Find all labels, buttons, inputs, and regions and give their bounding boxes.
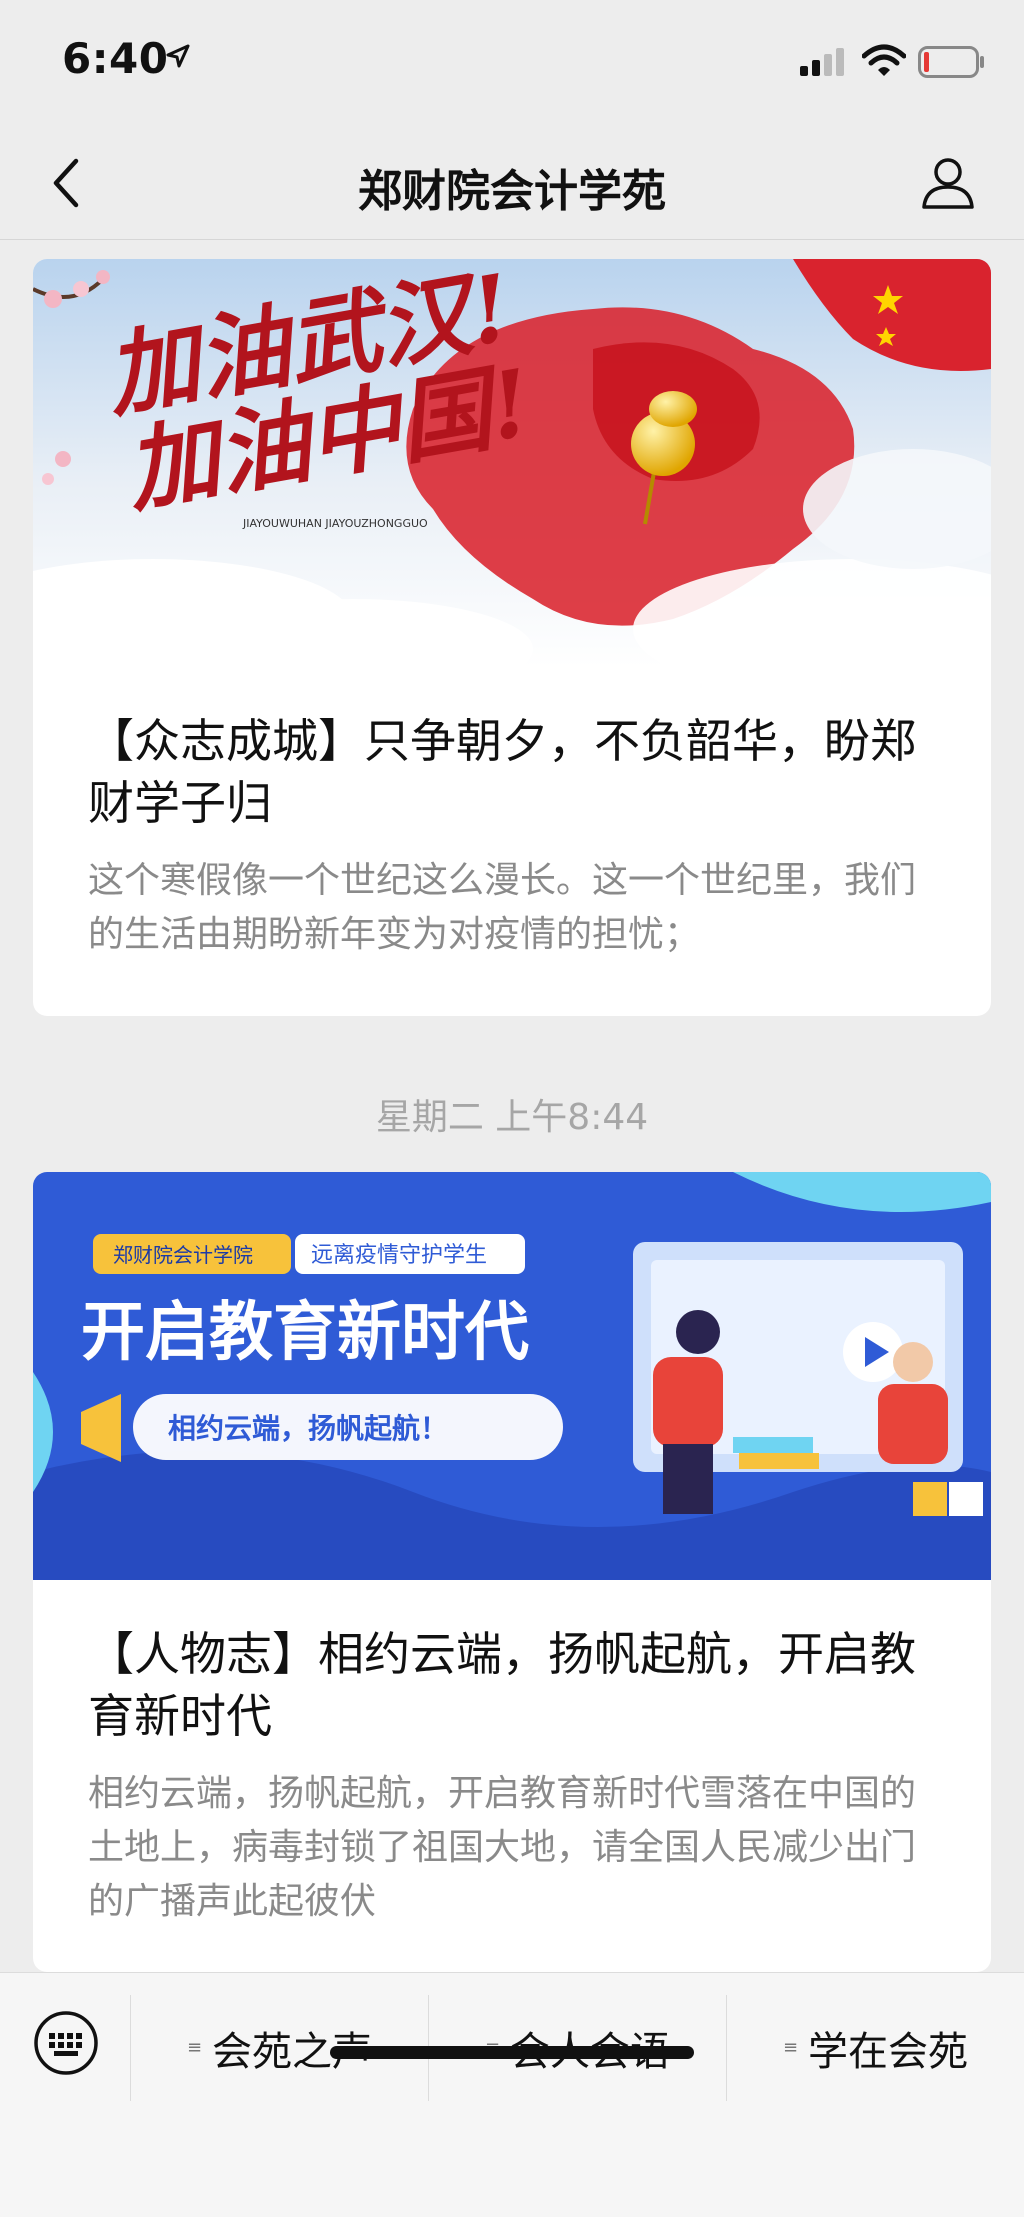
signal-icon — [800, 48, 844, 76]
nav-bar: 郑财院会计学苑 — [0, 125, 1024, 240]
banner-subtext: JIAYOUWUHAN JIAYOUZHONGGUO — [242, 517, 428, 530]
menu-item-label: 学在会苑 — [808, 2029, 969, 2075]
keyboard-toggle-button[interactable] — [32, 2009, 100, 2077]
banner-headline: 开启教育新时代 — [81, 1296, 529, 1370]
article-description: 这个寒假像一个世纪这么漫长。这一个世纪里，我们的生活由期盼新年变为对疫情的担忧； — [88, 860, 917, 955]
article-title: 【人物志】相约云端，扬帆起航，开启教育新时代 — [88, 1627, 916, 1743]
message-timestamp: 星期二 上午8:44 — [375, 1097, 649, 1138]
status-time: 6:40 — [62, 34, 169, 83]
article-card[interactable]: 郑财院会计学院 远离疫情守护学生 开启教育新时代 相约云端，扬帆起航！ 【人物志… — [33, 1172, 991, 1972]
battery-icon — [918, 46, 984, 78]
banner-tag-2: 远离疫情守护学生 — [311, 1243, 487, 1268]
article-description: 相约云端，扬帆起航，开启教育新时代雪落在中国的土地上，病毒封锁了祖国大地，请全国… — [88, 1773, 917, 1922]
article-banner-image: 郑财院会计学院 远离疫情守护学生 开启教育新时代 相约云端，扬帆起航！ — [33, 1172, 991, 1580]
page-title: 郑财院会计学苑 — [358, 166, 666, 217]
location-arrow-icon — [166, 44, 190, 68]
menu-item-study-huiyuan[interactable]: ≡ 学在会苑 — [727, 1995, 1024, 2101]
article-title: 【众志成城】只争朝夕，不负韶华，盼郑财学子归 — [88, 714, 916, 830]
profile-button[interactable] — [916, 151, 980, 215]
menu-list-icon: ≡ — [186, 2037, 203, 2058]
keyboard-icon — [34, 2011, 98, 2075]
menu-list-icon: ≡ — [782, 2037, 799, 2058]
banner-slogan: 相约云端，扬帆起航！ — [168, 1412, 448, 1445]
banner-jiayou-graphic: 加油武汉! 加油中国! JIAYOUWUHAN JIAYOUZHONGGUO — [33, 259, 991, 667]
home-indicator[interactable] — [330, 2046, 694, 2059]
banner-tag-1: 郑财院会计学院 — [113, 1243, 253, 1267]
banner-education-graphic: 郑财院会计学院 远离疫情守护学生 开启教育新时代 相约云端，扬帆起航！ — [33, 1172, 991, 1580]
wifi-icon — [862, 44, 906, 76]
person-icon — [922, 158, 974, 209]
bottom-menu-bar: ≡ 会苑之声 ≡ 会人会语 ≡ 学在会苑 — [0, 1972, 1024, 2217]
article-banner-image: 加油武汉! 加油中国! JIAYOUWUHAN JIAYOUZHONGGUO — [33, 259, 991, 667]
article-card[interactable]: 加油武汉! 加油中国! JIAYOUWUHAN JIAYOUZHONGGUO 【… — [33, 259, 991, 1016]
status-bar: 6:40 — [0, 0, 1024, 125]
